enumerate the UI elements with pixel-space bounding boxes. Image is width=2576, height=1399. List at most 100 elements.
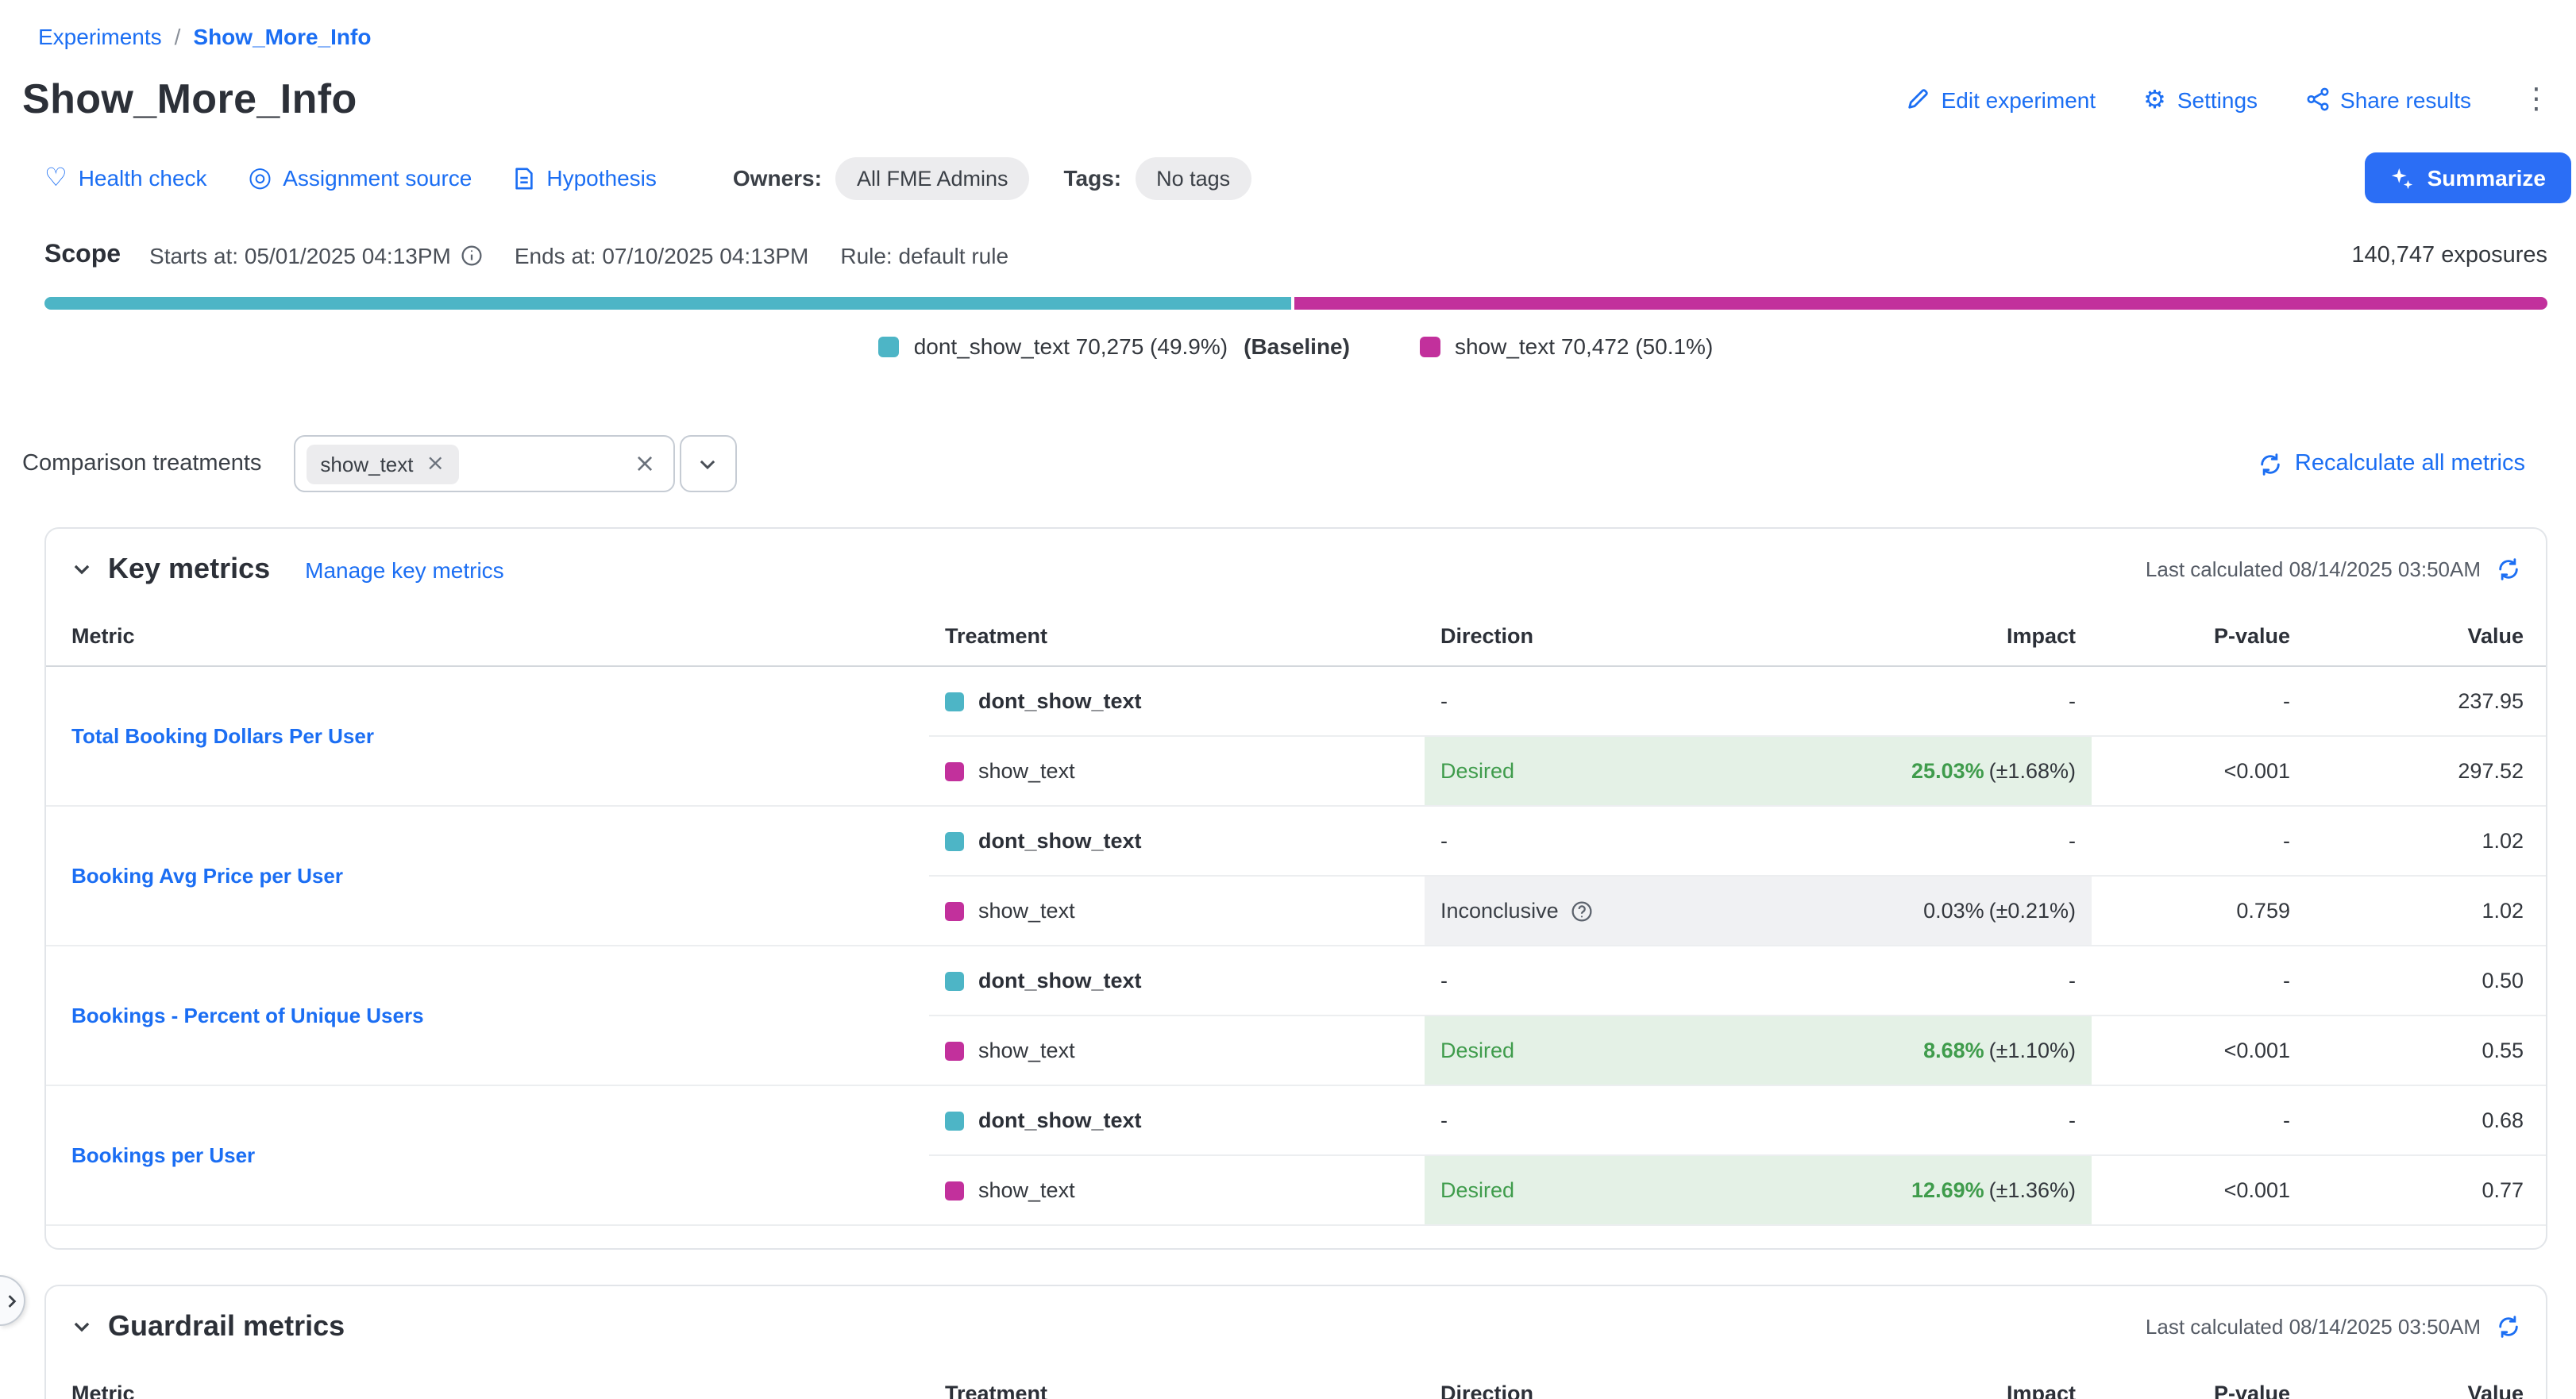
chevron-right-icon xyxy=(3,1292,21,1309)
guardrail-metrics-section: Guardrail metrics Last calculated 08/14/… xyxy=(44,1285,2547,1399)
treatment-color-swatch xyxy=(945,692,964,711)
last-calculated-text: Last calculated 08/14/2025 03:50AM xyxy=(2146,557,2481,581)
guardrail-metrics-table: Metric Treatment Direction Impact P-valu… xyxy=(46,1364,2546,1399)
p-value-cell: - xyxy=(2092,666,2306,736)
value-cell: 0.68 xyxy=(2306,1085,2546,1155)
treatment-color-swatch xyxy=(945,831,964,850)
scope-section: Scope Starts at: 05/01/2025 04:13PM Ends… xyxy=(44,241,2547,270)
last-calculated-text: Last calculated 08/14/2025 03:50AM xyxy=(2146,1315,2481,1339)
treatment-split-bar xyxy=(44,297,2547,310)
clear-selection-icon[interactable]: × xyxy=(634,451,656,476)
remove-chip-icon[interactable]: × xyxy=(426,453,445,475)
heart-icon: ♡ xyxy=(44,165,67,191)
table-row: Bookings - Percent of Unique Users dont_… xyxy=(46,946,2546,1016)
comparison-treatments-select[interactable]: show_text × × xyxy=(293,435,674,492)
breadcrumb-experiments-link[interactable]: Experiments xyxy=(38,24,162,49)
treatment-chip[interactable]: show_text × xyxy=(306,444,459,484)
baseline-color-swatch xyxy=(879,336,900,356)
assignment-source-link[interactable]: ◎ Assignment source xyxy=(249,164,472,191)
hypothesis-link[interactable]: Hypothesis xyxy=(513,165,657,191)
direction-cell: Desired xyxy=(1425,736,1838,806)
impact-cell: - xyxy=(1838,806,2092,876)
edit-experiment-label: Edit experiment xyxy=(1942,87,2096,112)
column-header-metric: Metric xyxy=(46,607,929,666)
p-value-cell: 0.759 xyxy=(2092,876,2306,946)
refresh-icon[interactable] xyxy=(2497,557,2520,581)
comparison-treatments-label: Comparison treatments xyxy=(22,451,261,476)
direction-cell: Desired xyxy=(1425,1016,1838,1085)
metric-link[interactable]: Bookings - Percent of Unique Users xyxy=(71,1004,424,1027)
impact-cell: - xyxy=(1838,946,2092,1016)
column-header-impact: Impact xyxy=(1838,607,2092,666)
column-header-impact: Impact xyxy=(1838,1364,2092,1399)
p-value-cell: <0.001 xyxy=(2092,1016,2306,1085)
share-results-button[interactable]: Share results xyxy=(2305,87,2471,112)
scope-title: Scope xyxy=(44,241,121,270)
collapse-key-metrics-icon[interactable] xyxy=(71,559,92,580)
column-header-p-value: P-value xyxy=(2092,1364,2306,1399)
manage-key-metrics-link[interactable]: Manage key metrics xyxy=(305,557,504,582)
info-icon[interactable] xyxy=(461,245,483,267)
last-calculated: Last calculated 08/14/2025 03:50AM xyxy=(2146,557,2520,581)
key-metrics-section: Key metrics Manage key metrics Last calc… xyxy=(44,527,2547,1250)
p-value-cell: - xyxy=(2092,946,2306,1016)
edit-experiment-button[interactable]: Edit experiment xyxy=(1907,87,2096,112)
treatment-chip-label: show_text xyxy=(320,452,413,476)
legend-item-baseline: dont_show_text 70,275 (49.9%) (Baseline) xyxy=(879,333,1350,359)
split-legend: dont_show_text 70,275 (49.9%) (Baseline)… xyxy=(44,333,2547,359)
more-options-button[interactable]: ⋮ xyxy=(2519,85,2554,114)
breadcrumb-current-link[interactable]: Show_More_Info xyxy=(193,24,371,49)
experiment-results-page: Experiments / Show_More_Info Show_More_I… xyxy=(0,0,2576,1399)
treatment-name: dont_show_text xyxy=(978,969,1142,992)
select-dropdown-button[interactable] xyxy=(679,435,736,492)
hypothesis-label: Hypothesis xyxy=(546,165,657,191)
recalculate-label: Recalculate all metrics xyxy=(2295,451,2525,476)
rule: Rule: default rule xyxy=(840,243,1008,268)
page-title: Show_More_Info xyxy=(22,75,357,124)
column-header-value: Value xyxy=(2306,1364,2546,1399)
value-cell: 237.95 xyxy=(2306,666,2546,736)
treatment-bar-segment xyxy=(1295,297,2547,310)
owners-chip[interactable]: All FME Admins xyxy=(836,156,1029,199)
guardrail-metrics-title: Guardrail metrics xyxy=(108,1310,345,1343)
legend-baseline-label: dont_show_text 70,275 (49.9%) xyxy=(914,333,1228,359)
metric-link[interactable]: Bookings per User xyxy=(71,1143,255,1167)
value-cell: 1.02 xyxy=(2306,876,2546,946)
treatment-color-swatch xyxy=(945,761,964,780)
treatment-name: dont_show_text xyxy=(978,1108,1142,1132)
health-check-label: Health check xyxy=(79,165,207,191)
direction-cell: - xyxy=(1425,806,1838,876)
settings-button[interactable]: ⚙ Settings xyxy=(2143,87,2258,112)
table-row: Booking Avg Price per User dont_show_tex… xyxy=(46,806,2546,876)
column-header-direction: Direction xyxy=(1425,1364,1838,1399)
metric-link[interactable]: Booking Avg Price per User xyxy=(71,864,343,888)
legend-item-treatment: show_text 70,472 (50.1%) xyxy=(1420,333,1713,359)
key-metrics-title: Key metrics xyxy=(108,553,270,586)
direction-cell: - xyxy=(1425,946,1838,1016)
value-cell: 297.52 xyxy=(2306,736,2546,806)
p-value-cell: - xyxy=(2092,806,2306,876)
recalculate-all-metrics-link[interactable]: Recalculate all metrics xyxy=(2258,451,2525,476)
question-circle-icon[interactable] xyxy=(1571,900,1594,922)
refresh-icon[interactable] xyxy=(2497,1315,2520,1339)
comparison-treatments-row: Comparison treatments show_text × × Reca… xyxy=(22,435,2547,492)
tags-chip[interactable]: No tags xyxy=(1136,156,1251,199)
treatment-name: dont_show_text xyxy=(978,829,1142,853)
collapse-guardrail-metrics-icon[interactable] xyxy=(71,1316,92,1337)
title-actions: Edit experiment ⚙ Settings Share results… xyxy=(1907,85,2554,114)
table-row: Bookings per User dont_show_text - - - 0… xyxy=(46,1085,2546,1155)
treatment-name: dont_show_text xyxy=(978,689,1142,713)
last-calculated: Last calculated 08/14/2025 03:50AM xyxy=(2146,1315,2520,1339)
exposures-count: 140,747 exposures xyxy=(2351,243,2547,268)
summarize-button[interactable]: Summarize xyxy=(2366,152,2571,203)
refresh-icon xyxy=(2258,452,2282,476)
share-results-label: Share results xyxy=(2340,87,2471,112)
toolbar: ♡ Health check ◎ Assignment source Hypot… xyxy=(44,152,2571,203)
p-value-cell: - xyxy=(2092,1085,2306,1155)
metric-link[interactable]: Total Booking Dollars Per User xyxy=(71,724,374,748)
baseline-bar-segment xyxy=(44,297,1292,310)
p-value-cell: <0.001 xyxy=(2092,1155,2306,1225)
direction-cell: - xyxy=(1425,1085,1838,1155)
health-check-link[interactable]: ♡ Health check xyxy=(44,165,207,191)
settings-label: Settings xyxy=(2177,87,2258,112)
